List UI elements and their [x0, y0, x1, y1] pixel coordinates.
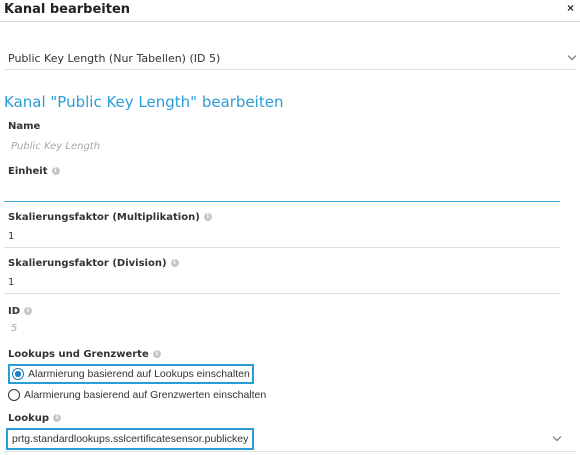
id-value: 5 [11, 323, 18, 334]
id-label: ID i [8, 306, 33, 317]
lookups-limits-label: Lookups und Grenzwerte i [8, 349, 161, 360]
lookup-label: Lookup i [8, 413, 62, 424]
section-title: Kanal "Public Key Length" bearbeiten [4, 93, 284, 111]
radio-unchecked-icon [8, 389, 20, 401]
unit-label: Einheit i [8, 166, 60, 177]
radio-checked-icon [12, 368, 24, 380]
scale-div-label: Skalierungsfaktor (Division) i [8, 258, 179, 269]
dialog-header: Kanal bearbeiten × [0, 0, 580, 22]
dialog-title: Kanal bearbeiten [4, 2, 131, 17]
scale-div-input[interactable] [4, 272, 560, 294]
radio-limits[interactable]: Alarmierung basierend auf Grenzwerten ei… [8, 386, 266, 404]
info-icon[interactable]: i [24, 307, 33, 315]
info-icon[interactable]: i [51, 167, 60, 175]
info-icon[interactable]: i [170, 259, 179, 267]
channel-select-value: Public Key Length (Nur Tabellen) (ID 5) [8, 52, 221, 65]
chevron-down-icon [552, 432, 562, 442]
radio-limits-label: Alarmierung basierend auf Grenzwerten ei… [24, 389, 267, 401]
info-icon[interactable]: i [152, 350, 161, 358]
chevron-down-icon [567, 51, 577, 61]
radio-lookups-label: Alarmierung basierend auf Lookups einsch… [28, 368, 250, 380]
radio-lookups[interactable]: Alarmierung basierend auf Lookups einsch… [8, 364, 254, 384]
lookup-select[interactable]: prtg.standardlookups.sslcertificatesenso… [4, 428, 576, 452]
name-label: Name [8, 121, 41, 132]
info-icon[interactable]: i [203, 213, 212, 221]
lookup-select-value: prtg.standardlookups.sslcertificatesenso… [6, 428, 255, 450]
scale-mult-input[interactable] [4, 226, 560, 248]
channel-select[interactable]: Public Key Length (Nur Tabellen) (ID 5) [4, 48, 577, 70]
name-value: Public Key Length [11, 141, 101, 152]
close-button[interactable]: × [567, 1, 574, 15]
info-icon[interactable]: i [53, 414, 62, 422]
unit-input[interactable] [4, 180, 560, 202]
scale-mult-label: Skalierungsfaktor (Multiplikation) i [8, 212, 212, 223]
